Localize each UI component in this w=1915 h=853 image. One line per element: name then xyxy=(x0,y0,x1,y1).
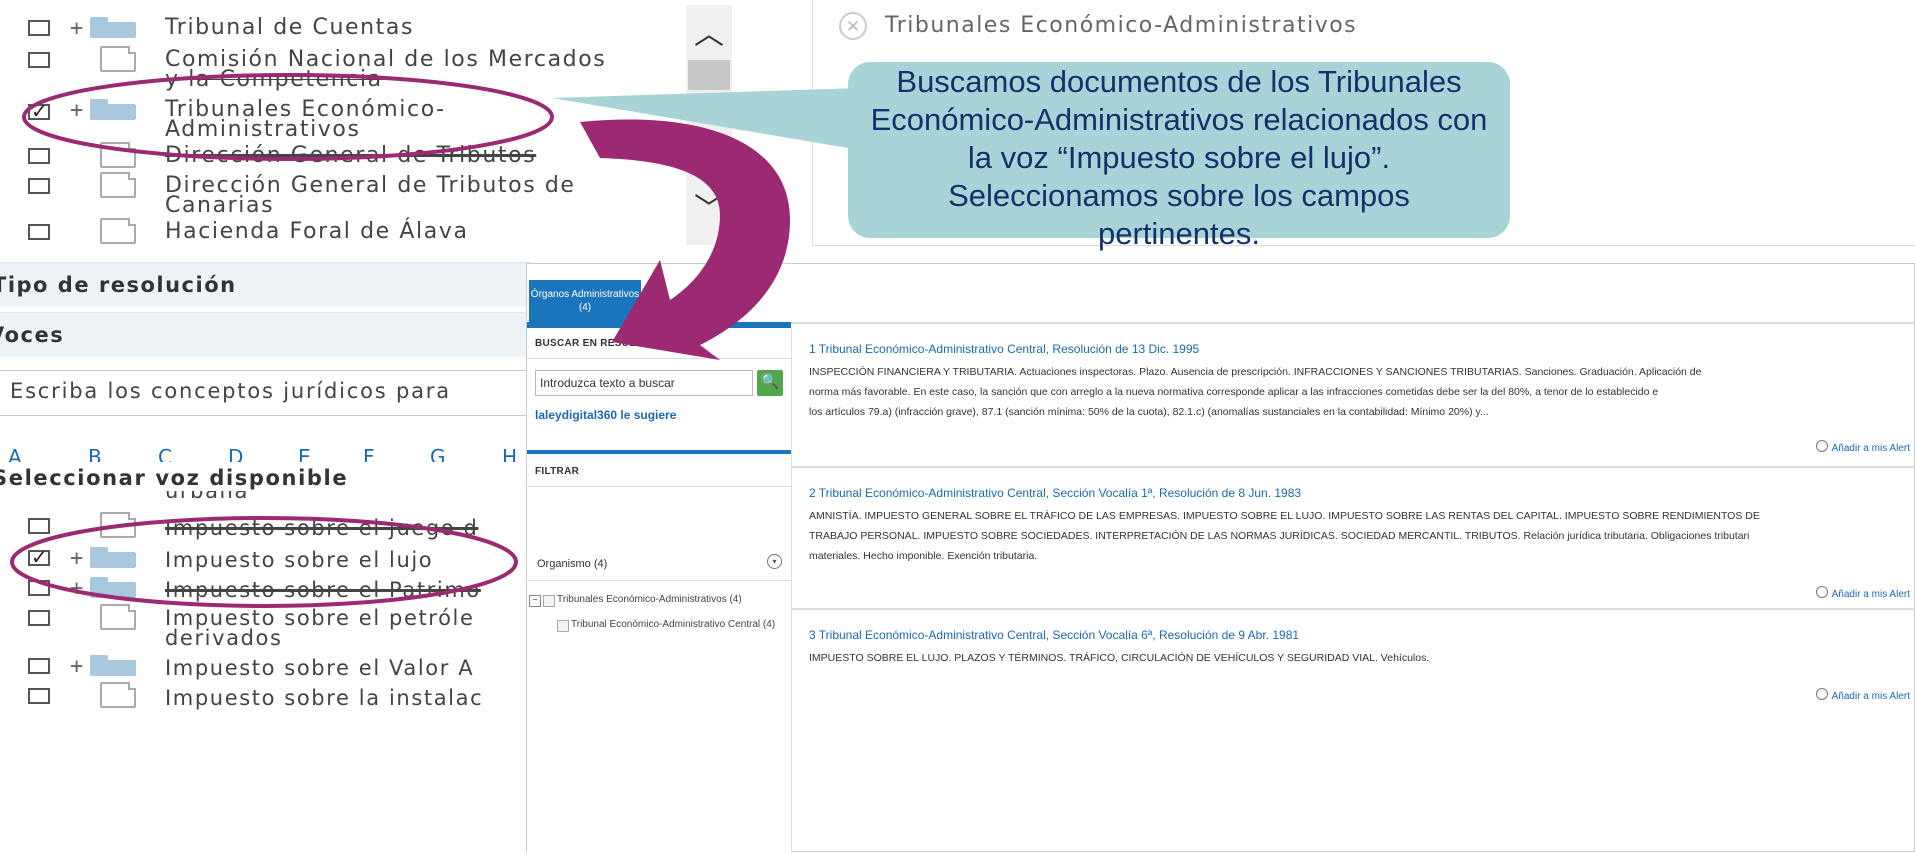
result-snippet: norma más favorable. En este caso, la sa… xyxy=(809,386,1659,398)
tab-organos-administrativos[interactable]: Órganos Administrativos (4) xyxy=(529,280,641,322)
divider xyxy=(527,358,791,359)
results-sidebar: BUSCAR EN RESULTADOS Introduzca texto a … xyxy=(527,328,792,853)
section-title: Voces xyxy=(0,323,65,347)
results-search-input[interactable]: Introduzca texto a buscar xyxy=(535,370,753,396)
filter-org-parent[interactable]: Tribunales Económico-Administrativos (4) xyxy=(557,594,742,605)
document-icon xyxy=(100,682,136,708)
result-snippet: INSPECCIÓN FINANCIERA Y TRIBUTARIA. Actu… xyxy=(809,366,1702,378)
folder-icon xyxy=(90,655,136,676)
result-title-link[interactable]: 2 Tribunal Económico-Administrativo Cent… xyxy=(809,486,1301,500)
section-tipo-resolucion[interactable]: Tipo de resolución xyxy=(0,262,530,307)
voz-item-label: Impuesto sobre la instalac xyxy=(165,686,484,710)
folder-icon xyxy=(90,547,136,568)
callout-line: Buscamos documentos de los Tribunales xyxy=(896,64,1462,99)
divider xyxy=(791,322,1915,324)
result-title-link[interactable]: 1 Tribunal Económico-Administrativo Cent… xyxy=(809,342,1199,356)
bell-icon xyxy=(1815,586,1828,598)
voz-item-label: Impuesto sobre el Patrimo xyxy=(165,578,481,602)
concepts-search-input[interactable]: Escriba los conceptos jurídicos para xyxy=(0,370,530,416)
voz-item-label: Impuesto sobre el Valor A xyxy=(165,656,475,680)
add-alert-link[interactable]: Añadir a mis Alert xyxy=(1815,688,1910,702)
voz-item-label-line2: derivados xyxy=(165,626,283,650)
section-title: Tipo de resolución xyxy=(0,273,237,297)
filter-org-child[interactable]: Tribunal Económico-Administrativo Centra… xyxy=(571,619,775,630)
divider xyxy=(527,450,791,454)
result-snippet: los artículos 79.a) (infracción grave), … xyxy=(809,406,1489,418)
voz-item-label: Impuesto sobre el juego d xyxy=(165,516,479,540)
results-list: 1 Tribunal Económico-Administrativo Cent… xyxy=(791,316,1915,853)
concepts-placeholder: Escriba los conceptos jurídicos para xyxy=(10,379,451,403)
voz-checkbox[interactable] xyxy=(28,518,50,534)
tab-label: Órganos Administrativos xyxy=(530,289,640,300)
expand-icon[interactable]: + xyxy=(70,546,83,571)
voz-item-partial[interactable]: urbana xyxy=(0,491,530,505)
filter-checkbox[interactable] xyxy=(543,595,555,607)
result-snippet: TRABAJO PERSONAL. IMPUESTO SOBRE SOCIEDA… xyxy=(809,530,1750,542)
folder-icon xyxy=(90,577,136,598)
tab-count: (4) xyxy=(578,302,592,313)
result-title-link[interactable]: 3 Tribunal Económico-Administrativo Cent… xyxy=(809,628,1299,642)
buscar-heading: BUSCAR EN RESULTADOS xyxy=(535,338,671,349)
filtrar-heading: FILTRAR xyxy=(535,466,580,477)
divider xyxy=(791,608,1915,610)
divider xyxy=(791,466,1915,468)
suggest-link[interactable]: laleydigital360 le sugiere xyxy=(535,408,676,422)
result-snippet: IMPUESTO SOBRE EL LUJO. PLAZOS Y TÉRMINO… xyxy=(809,652,1430,664)
filter-checkbox[interactable] xyxy=(557,620,569,632)
result-snippet: AMNISTÍA. IMPUESTO GENERAL SOBRE EL TRÁF… xyxy=(809,510,1760,522)
voz-checkbox[interactable] xyxy=(28,658,50,674)
bell-icon xyxy=(1815,440,1828,452)
add-alert-label: Añadir a mis Alert xyxy=(1831,691,1910,702)
voz-item[interactable]: Impuesto sobre el petróle derivados xyxy=(0,604,530,650)
results-window: Órganos Administrativos (4) BUSCAR EN RE… xyxy=(526,263,1915,853)
expand-icon[interactable]: + xyxy=(70,576,83,601)
result-snippet: materiales. Hecho imponible. Exención tr… xyxy=(809,550,1038,562)
voz-item-label: urbana xyxy=(165,491,249,503)
voz-item-label: Impuesto sobre el lujo xyxy=(165,548,434,572)
add-alert-label: Añadir a mis Alert xyxy=(1831,443,1910,454)
section-voces[interactable]: Voces xyxy=(0,312,530,357)
callout-line: la voz “Impuesto sobre el lujo”. xyxy=(967,140,1391,175)
add-alert-link[interactable]: Añadir a mis Alert xyxy=(1815,586,1910,600)
bell-icon xyxy=(1815,688,1828,700)
voz-checkbox[interactable] xyxy=(28,688,50,704)
filters-panel: Tipo de resolución Voces Escriba los con… xyxy=(0,262,530,852)
organismo-filter-label[interactable]: Organismo (4) xyxy=(537,558,607,570)
voz-item[interactable]: Impuesto sobre la instalac xyxy=(0,682,530,718)
add-alert-link[interactable]: Añadir a mis Alert xyxy=(1815,440,1910,454)
voz-checkbox[interactable] xyxy=(28,610,50,626)
expand-icon[interactable]: + xyxy=(70,654,83,679)
search-icon[interactable]: 🔍 xyxy=(757,370,783,396)
voz-item[interactable]: Impuesto sobre el juego d xyxy=(0,512,530,548)
chevron-down-icon[interactable]: ▾ xyxy=(767,554,782,569)
callout-line: pertinentes. xyxy=(1098,216,1260,251)
voz-checkbox[interactable] xyxy=(28,545,50,569)
annotation-callout: Buscamos documentos de los Tribunales Ec… xyxy=(848,62,1510,251)
divider xyxy=(527,580,791,581)
callout-line: Económico-Administrativos relacionados c… xyxy=(870,102,1488,137)
section-title: Seleccionar voz disponible xyxy=(0,466,349,490)
voz-checkbox[interactable] xyxy=(28,580,50,596)
document-icon xyxy=(100,604,136,630)
callout-line: Seleccionamos sobre los campos xyxy=(948,178,1410,213)
collapse-icon[interactable]: − xyxy=(529,595,541,607)
add-alert-label: Añadir a mis Alert xyxy=(1831,589,1910,600)
document-icon xyxy=(100,512,136,538)
divider xyxy=(527,486,791,487)
